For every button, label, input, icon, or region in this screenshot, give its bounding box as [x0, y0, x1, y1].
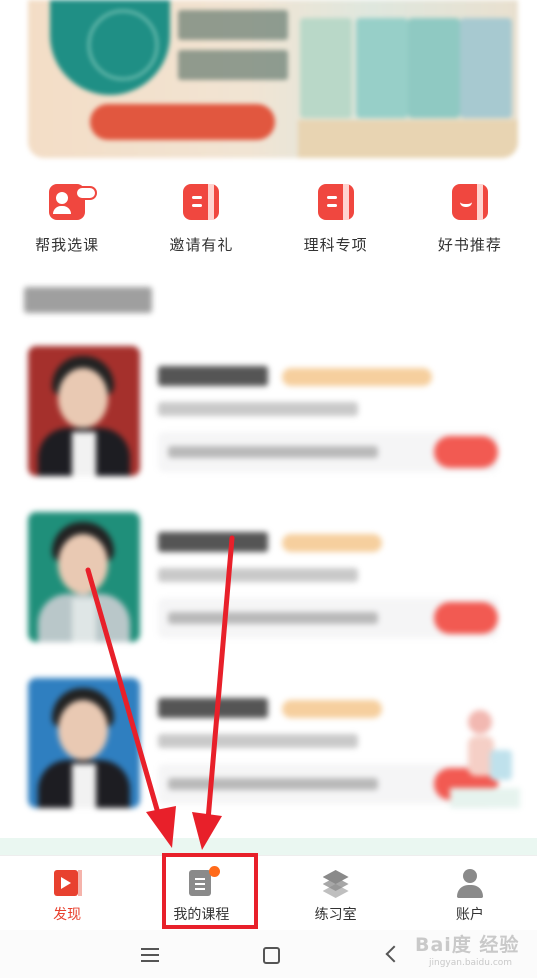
quick-action-label: 帮我选课 — [35, 236, 100, 254]
course-card[interactable] — [28, 678, 518, 813]
quick-actions: 帮我选课 邀请有礼 理科专项 好书推荐 — [0, 180, 537, 260]
quick-action-label: 理科专项 — [303, 236, 368, 254]
tab-label: 账户 — [455, 907, 484, 923]
banner-book — [408, 18, 460, 118]
layers-icon — [321, 868, 351, 898]
smile-book-icon — [451, 184, 488, 220]
tab-practice-room[interactable]: 练习室 — [269, 856, 403, 927]
banner-badge — [50, 0, 170, 95]
menu-icon[interactable] — [141, 948, 159, 962]
quick-action-invite[interactable]: 邀请有礼 — [134, 180, 268, 260]
quick-action-choose-course[interactable]: 帮我选课 — [0, 180, 134, 260]
tab-discover[interactable]: 发现 — [0, 856, 134, 927]
app-screen: 帮我选课 邀请有礼 理科专项 好书推荐 发现 我的课程 练习室 账户 Bai度 … — [0, 0, 537, 978]
tab-account[interactable]: 账户 — [403, 856, 537, 927]
divider — [0, 838, 537, 856]
teacher-photo — [28, 512, 140, 642]
book-icon — [186, 866, 221, 898]
user-chat-icon — [49, 184, 98, 220]
tab-my-courses[interactable]: 我的课程 — [134, 856, 268, 927]
back-icon[interactable] — [385, 945, 403, 963]
banner-book — [300, 18, 352, 118]
play-icon — [52, 868, 83, 898]
book-icon — [317, 184, 354, 220]
quick-action-label: 邀请有礼 — [169, 236, 234, 254]
banner-book — [460, 18, 512, 118]
course-card[interactable] — [28, 346, 518, 481]
home-icon[interactable] — [263, 947, 280, 964]
teacher-photo — [28, 346, 140, 476]
book-icon — [183, 184, 220, 220]
teacher-photo — [28, 678, 140, 808]
banner-cta — [90, 104, 275, 140]
decoration — [450, 700, 520, 810]
banner-book — [356, 18, 408, 118]
quick-action-label: 好书推荐 — [437, 236, 502, 254]
quick-action-science[interactable]: 理科专项 — [269, 180, 403, 260]
quick-action-book-recommend[interactable]: 好书推荐 — [403, 180, 537, 260]
banner-title-line — [178, 50, 288, 80]
tab-label: 发现 — [53, 907, 82, 923]
banner-title-line — [178, 10, 288, 40]
user-icon — [455, 868, 485, 898]
tab-label: 练习室 — [314, 907, 357, 923]
watermark: Bai度 经验 jingyan.baidu.com — [415, 934, 520, 968]
notification-dot — [209, 866, 221, 877]
section-title — [24, 287, 152, 313]
bottom-tab-bar: 发现 我的课程 练习室 账户 — [0, 855, 537, 927]
promo-banner[interactable] — [28, 0, 518, 158]
banner-shelf — [298, 120, 518, 158]
tab-label: 我的课程 — [173, 907, 230, 923]
course-card[interactable] — [28, 512, 518, 647]
